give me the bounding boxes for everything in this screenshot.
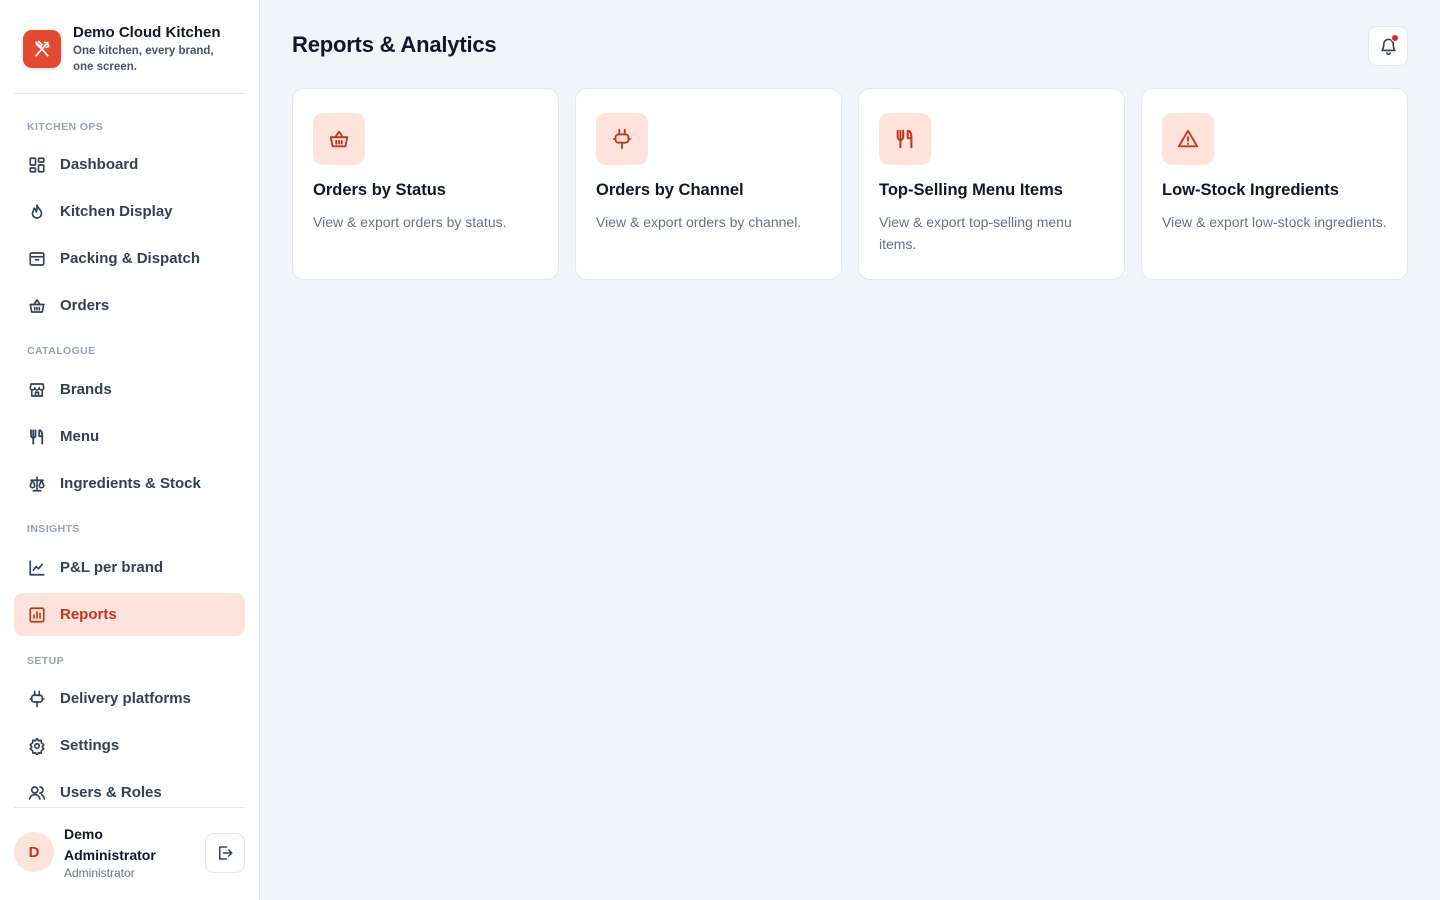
section-label-setup: Setup — [27, 655, 65, 667]
report-card-orders-by-status[interactable]: Orders by Status View & export orders by… — [292, 88, 559, 280]
sidebar-item-label: Reports — [60, 606, 117, 623]
gear-icon — [27, 736, 47, 756]
report-card-title: Low-Stock Ingredients — [1162, 181, 1339, 199]
app-name: Demo Cloud Kitchen — [73, 24, 221, 41]
bar-chart-icon — [27, 605, 47, 625]
warning-triangle-icon — [1162, 113, 1214, 165]
report-card-description: View & export orders by channel. — [596, 214, 802, 230]
fork-knife-icon — [879, 113, 931, 165]
flame-icon — [27, 202, 47, 222]
dashboard-icon — [27, 155, 47, 175]
sidebar-item-dashboard[interactable]: Dashboard — [14, 143, 245, 186]
basket-icon — [27, 296, 47, 316]
sidebar-item-packing-dispatch[interactable]: Packing & Dispatch — [14, 237, 245, 280]
sidebar-item-pl-per-brand[interactable]: P&L per brand — [14, 546, 245, 589]
brand-header: Demo Cloud Kitchen One kitchen, every br… — [14, 14, 245, 94]
users-icon — [27, 783, 47, 803]
archive-box-icon — [27, 249, 47, 269]
sidebar-item-label: Packing & Dispatch — [60, 250, 201, 267]
report-card-orders-by-channel[interactable]: Orders by Channel View & export orders b… — [575, 88, 842, 280]
user-panel: D Demo Administrator Administrator — [14, 807, 245, 900]
section-label-insights: Insights — [27, 523, 80, 535]
fork-knife-icon — [27, 427, 47, 447]
sidebar-item-label: Ingredients & Stock — [60, 475, 201, 492]
sidebar-item-label: Kitchen Display — [60, 203, 173, 220]
basket-icon — [313, 113, 365, 165]
sidebar-item-label: Brands — [60, 381, 112, 398]
sidebar-item-label: Settings — [60, 737, 120, 754]
notifications-button[interactable] — [1368, 26, 1408, 66]
utensils-logo-icon — [23, 30, 61, 68]
report-card-description: View & export orders by status. — [313, 214, 507, 230]
plug-icon — [27, 689, 47, 709]
sidebar-item-label: Menu — [60, 428, 100, 445]
sidebar-item-label: Dashboard — [60, 156, 139, 173]
report-card-title: Orders by Channel — [596, 181, 744, 199]
avatar: D — [14, 832, 54, 872]
report-card-title: Orders by Status — [313, 181, 446, 199]
sidebar-item-label: Delivery platforms — [60, 690, 191, 707]
sidebar-item-delivery-platforms[interactable]: Delivery platforms — [14, 677, 245, 720]
notification-badge — [1391, 34, 1399, 42]
user-name: Demo Administrator — [64, 826, 156, 863]
report-card-title: Top-Selling Menu Items — [879, 181, 1063, 199]
section-label-kitchen-ops: Kitchen Ops — [27, 121, 104, 133]
user-role: Administrator — [64, 866, 135, 880]
sidebar-item-ingredients-stock[interactable]: Ingredients & Stock — [14, 462, 245, 505]
plug-icon — [596, 113, 648, 165]
sidebar-item-orders[interactable]: Orders — [14, 284, 245, 327]
sidebar-item-label: Orders — [60, 297, 110, 314]
scale-icon — [27, 474, 47, 494]
report-card-top-selling-menu-items[interactable]: Top-Selling Menu Items View & export top… — [858, 88, 1125, 280]
report-card-low-stock-ingredients[interactable]: Low-Stock Ingredients View & export low-… — [1141, 88, 1408, 280]
logout-button[interactable] — [205, 833, 245, 873]
app-tagline: One kitchen, every brand, one screen. — [73, 45, 214, 73]
sidebar-item-reports[interactable]: Reports — [14, 593, 245, 636]
sidebar-item-settings[interactable]: Settings — [14, 724, 245, 767]
sidebar-item-kitchen-display[interactable]: Kitchen Display — [14, 190, 245, 233]
line-chart-icon — [27, 558, 47, 578]
report-card-description: View & export low-stock ingredients. — [1162, 214, 1387, 230]
storefront-icon — [27, 380, 47, 400]
sidebar-item-label: P&L per brand — [60, 559, 164, 576]
sidebar: Demo Cloud Kitchen One kitchen, every br… — [0, 0, 260, 900]
logout-icon — [216, 844, 234, 862]
sidebar-item-brands[interactable]: Brands — [14, 368, 245, 411]
page-title: Reports & Analytics — [292, 32, 497, 57]
report-card-description: View & export top-selling menu items. — [879, 214, 1072, 252]
sidebar-item-label: Users & Roles — [60, 784, 162, 801]
section-label-catalogue: Catalogue — [27, 345, 96, 357]
sidebar-item-menu[interactable]: Menu — [14, 415, 245, 458]
